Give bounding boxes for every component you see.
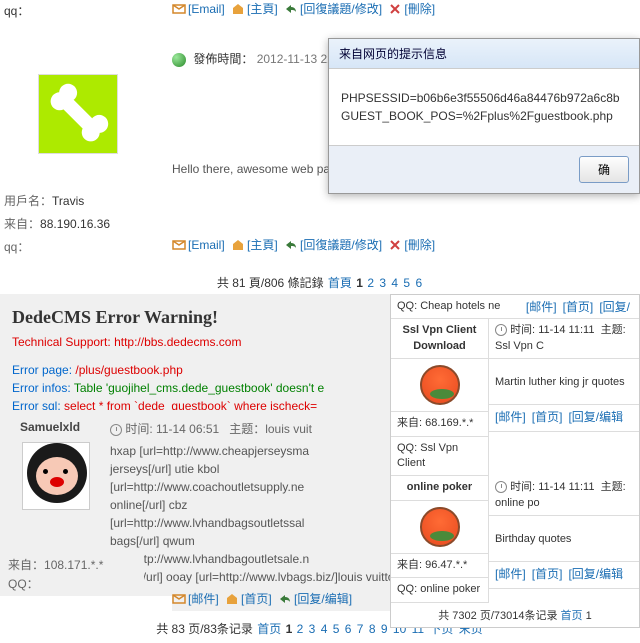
delete-icon — [388, 2, 402, 16]
avatar-alien — [420, 365, 460, 405]
email-link[interactable]: [Email] — [172, 2, 225, 16]
page-link[interactable]: 8 — [369, 622, 376, 636]
reply-icon — [284, 238, 298, 252]
delete-icon — [388, 238, 402, 252]
reply-link[interactable]: [回复/编辑 — [568, 409, 623, 426]
side-body: Martin luther king jr quotes — [489, 359, 639, 405]
message-body: Hello there, awesome web pag — [172, 162, 337, 176]
alert-dialog: 来自网页的提示信息 PHPSESSID=b06b6e3f55506d46a844… — [328, 38, 640, 194]
clock-icon — [495, 481, 507, 493]
reply-icon — [284, 2, 298, 16]
home-link[interactable]: [首页] — [532, 566, 563, 583]
home-icon — [231, 2, 245, 16]
post-username: Samuelxld — [20, 420, 110, 434]
side-body: Birthday quotes — [489, 516, 639, 562]
reply-link[interactable]: [回復議題/修改] — [284, 0, 382, 17]
home-link[interactable]: [首页] — [532, 409, 563, 426]
avatar-pucca — [22, 442, 90, 510]
reply-icon — [278, 592, 292, 606]
pagination-1: 共 81 頁/806 條記錄 首頁 1 2 3 4 5 6 — [0, 268, 640, 297]
avatar-alien — [420, 507, 460, 547]
home-icon — [231, 238, 245, 252]
alert-body: PHPSESSID=b06b6e3f55506d46a84476b972a6c8… — [329, 68, 639, 146]
side-panel: QQ: Cheap hotels ne [邮件] [首页] [回复/ Ssl V… — [390, 294, 640, 628]
side-title: online poker — [391, 476, 488, 500]
clock-icon — [495, 324, 507, 336]
mail-link[interactable]: [邮件] — [172, 590, 219, 607]
globe-icon — [172, 53, 186, 67]
home-link-2[interactable]: [主頁] — [231, 236, 278, 253]
clock-icon — [110, 424, 122, 436]
page-link[interactable]: 6 — [345, 622, 352, 636]
page-link[interactable]: 3 — [309, 622, 316, 636]
action-row-1: [Email] [主頁] [回復議題/修改] [刪除] — [172, 0, 438, 19]
page-link[interactable]: 4 — [321, 622, 328, 636]
delete-link-2[interactable]: [刪除] — [388, 236, 435, 253]
page-link[interactable]: 2 — [297, 622, 304, 636]
home-link[interactable]: [首页] — [563, 299, 594, 316]
page-link[interactable]: 6 — [415, 276, 422, 290]
mail-link[interactable]: [邮件] — [495, 566, 526, 583]
page-link[interactable]: 3 — [379, 276, 386, 290]
action-row-2: [Email] [主頁] [回復議題/修改] [刪除] — [172, 236, 438, 255]
reply-link[interactable]: [回复/编辑 — [568, 566, 623, 583]
user-info: 用戶名：Travis 来自：88.190.16.36 qq： — [4, 192, 110, 262]
reply-link[interactable]: [回复/ — [599, 299, 630, 316]
reply-link-2[interactable]: [回復議題/修改] — [284, 236, 382, 253]
avatar-bone — [38, 74, 118, 154]
reply-link-3[interactable]: [回复/编辑] — [278, 590, 352, 607]
home-link-3[interactable]: [首页] — [225, 590, 272, 607]
alert-title: 来自网页的提示信息 — [329, 39, 639, 68]
email-icon — [172, 2, 186, 16]
ok-button[interactable]: 确 — [579, 156, 629, 183]
page-link[interactable]: 5 — [403, 276, 410, 290]
side-pagination: 共 7302 页/73014条记录 首页 1 — [391, 603, 639, 627]
page-link[interactable]: 5 — [333, 622, 340, 636]
qq-label: qq： — [4, 2, 29, 19]
post-meta: 来自：108.171.*.* QQ： — [4, 554, 144, 596]
side-row: QQ: Cheap hotels ne [邮件] [首页] [回复/ — [391, 295, 639, 319]
page-link[interactable]: 9 — [381, 622, 388, 636]
home-link[interactable]: [主頁] — [231, 0, 278, 17]
page-link[interactable]: 2 — [367, 276, 374, 290]
page-first[interactable]: 首頁 — [328, 276, 352, 290]
publish-time: 發佈時間： 2012-11-13 22: — [172, 50, 337, 67]
page-link[interactable]: 7 — [357, 622, 364, 636]
mail-link[interactable]: [邮件] — [495, 409, 526, 426]
side-title: Ssl Vpn Client Download — [391, 319, 488, 359]
email-icon — [172, 592, 186, 606]
mail-link[interactable]: [邮件] — [526, 299, 557, 316]
email-icon — [172, 238, 186, 252]
email-link-2[interactable]: [Email] — [172, 238, 225, 252]
page-first[interactable]: 首页 — [561, 610, 583, 622]
delete-link[interactable]: [刪除] — [388, 0, 435, 17]
home-icon — [225, 592, 239, 606]
page-first[interactable]: 首页 — [257, 622, 281, 636]
page-link[interactable]: 4 — [391, 276, 398, 290]
